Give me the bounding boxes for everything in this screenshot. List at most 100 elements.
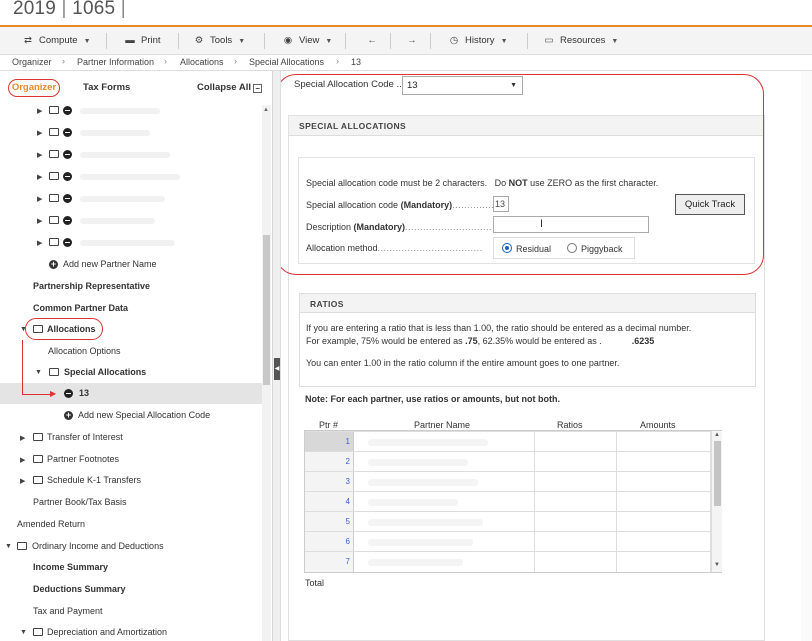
tab-tax-forms[interactable]: Tax Forms bbox=[83, 82, 130, 93]
folder-icon bbox=[33, 628, 43, 636]
tree-item-schedule-k1[interactable]: ▶ Schedule K-1 Transfers bbox=[0, 474, 262, 490]
partner-name-cell[interactable] bbox=[354, 492, 535, 512]
ratio-cell[interactable] bbox=[535, 512, 617, 532]
collapse-all-button[interactable]: Collapse All − bbox=[197, 82, 263, 93]
tree-item-amended-return[interactable]: Amended Return bbox=[0, 518, 262, 534]
ratio-cell[interactable] bbox=[535, 532, 617, 552]
partner-name-cell[interactable] bbox=[354, 432, 535, 452]
ratio-cell[interactable] bbox=[535, 492, 617, 512]
tree-item-special-allocations[interactable]: ▼ Special Allocations bbox=[0, 366, 262, 382]
tree-item-partner-footnotes[interactable]: ▶ Partner Footnotes bbox=[0, 453, 262, 469]
chevron-right-icon: ▶ bbox=[37, 152, 43, 159]
add-special-allocation-button[interactable]: + Add new Special Allocation Code bbox=[0, 409, 262, 425]
briefcase-icon: ▭ bbox=[544, 35, 554, 46]
tree-item-partner[interactable]: ▶ bbox=[0, 236, 262, 252]
main-content: Special Allocation Code ... 13 ▼ SPECIAL… bbox=[281, 71, 812, 641]
panel-splitter[interactable]: ◀ bbox=[273, 71, 281, 641]
amount-cell[interactable] bbox=[617, 452, 711, 472]
breadcrumb-item[interactable]: Special Allocations bbox=[249, 57, 324, 67]
collapse-all-label: Collapse All bbox=[197, 82, 252, 93]
folder-icon bbox=[49, 172, 59, 180]
print-button[interactable]: ▬ Print bbox=[124, 35, 160, 46]
scroll-up-icon[interactable]: ▲ bbox=[263, 107, 269, 113]
compute-button[interactable]: ⇄ Compute ▼ bbox=[22, 35, 90, 46]
ratio-cell[interactable] bbox=[535, 552, 617, 572]
ratio-cell[interactable] bbox=[535, 432, 617, 452]
tree-item-label: Deductions Summary bbox=[33, 584, 126, 594]
tree-item-partnership-rep[interactable]: Partnership Representative bbox=[0, 280, 262, 296]
table-row[interactable]: 2 bbox=[305, 451, 711, 472]
redacted-text bbox=[80, 152, 170, 158]
table-scrollbar[interactable]: ▲ ▼ bbox=[711, 431, 722, 572]
collapse-panel-icon[interactable]: ◀ bbox=[274, 358, 280, 380]
tree-item-partner[interactable]: ▶ bbox=[0, 170, 262, 186]
scroll-down-icon[interactable]: ▼ bbox=[714, 562, 720, 568]
title-bar: 2019 | 1065 | bbox=[0, 0, 812, 25]
tree-item-income-summary[interactable]: Income Summary bbox=[0, 561, 262, 577]
amount-cell[interactable] bbox=[617, 492, 711, 512]
tree-item-partner[interactable]: ▶ bbox=[0, 104, 262, 120]
scroll-up-icon[interactable]: ▲ bbox=[714, 432, 720, 438]
table-row[interactable]: 3 bbox=[305, 471, 711, 492]
table-row[interactable]: 4 bbox=[305, 491, 711, 512]
table-row[interactable]: 6 bbox=[305, 531, 711, 552]
add-partner-button[interactable]: + Add new Partner Name bbox=[0, 258, 262, 274]
tree-item-tax-payment[interactable]: Tax and Payment bbox=[0, 605, 262, 621]
tree-item-label: Tax and Payment bbox=[33, 606, 103, 616]
tree-item-label: Partnership Representative bbox=[33, 281, 151, 291]
partner-name-cell[interactable] bbox=[354, 472, 535, 492]
tree-item-label: Special Allocations bbox=[64, 367, 147, 377]
ratios-instruction-2: For example, 75% would be entered as .75… bbox=[306, 336, 655, 346]
tree-item-depreciation[interactable]: ▼ Depreciation and Amortization bbox=[0, 626, 262, 641]
amount-cell[interactable] bbox=[617, 532, 711, 552]
tree-item-allocation-options[interactable]: Allocation Options bbox=[0, 345, 262, 361]
tree-item-partner[interactable]: ▶ bbox=[0, 214, 262, 230]
tree-item-ordinary-income[interactable]: ▼ Ordinary Income and Deductions bbox=[0, 540, 262, 556]
redacted-text bbox=[368, 499, 458, 506]
tools-button[interactable]: ⚙ Tools ▼ bbox=[193, 35, 245, 46]
tree-item-deductions-summary[interactable]: Deductions Summary bbox=[0, 583, 262, 599]
left-scrollbar[interactable]: ▲ bbox=[262, 105, 271, 641]
breadcrumb-item[interactable]: Allocations bbox=[180, 57, 224, 67]
forward-button[interactable]: → bbox=[406, 35, 423, 46]
resources-button[interactable]: ▭ Resources ▼ bbox=[543, 35, 619, 46]
amount-cell[interactable] bbox=[617, 432, 711, 452]
breadcrumb-item[interactable]: Organizer bbox=[12, 57, 52, 67]
partner-name-cell[interactable] bbox=[354, 452, 535, 472]
tree-item-common-partner[interactable]: Common Partner Data bbox=[0, 302, 262, 318]
history-button[interactable]: ◷ History ▼ bbox=[448, 35, 508, 46]
breadcrumb-item[interactable]: Partner Information bbox=[77, 57, 154, 67]
scrollbar-thumb[interactable] bbox=[263, 235, 270, 385]
tree-item-transfer-interest[interactable]: ▶ Transfer of Interest bbox=[0, 431, 262, 447]
tree-item-code-13[interactable]: 13 bbox=[0, 387, 262, 403]
tab-organizer[interactable]: Organizer bbox=[8, 79, 60, 97]
back-button[interactable]: ← bbox=[366, 35, 383, 46]
tree-item-partner-book[interactable]: Partner Book/Tax Basis bbox=[0, 496, 262, 512]
ratios-instruction-3: You can enter 1.00 in the ratio column i… bbox=[306, 358, 620, 368]
table-row[interactable]: 1 bbox=[305, 431, 711, 452]
amount-cell[interactable] bbox=[617, 552, 711, 572]
partner-name-cell[interactable] bbox=[354, 552, 535, 572]
scrollbar-thumb[interactable] bbox=[714, 441, 721, 506]
partner-name-cell[interactable] bbox=[354, 512, 535, 532]
ratio-cell[interactable] bbox=[535, 472, 617, 492]
folder-icon bbox=[49, 106, 59, 114]
tree-item-partner[interactable]: ▶ bbox=[0, 148, 262, 164]
table-row[interactable]: 5 bbox=[305, 511, 711, 532]
row-number: 5 bbox=[305, 512, 354, 532]
toolbar-divider bbox=[178, 33, 179, 49]
main-scrollbar[interactable] bbox=[801, 71, 812, 641]
amount-cell[interactable] bbox=[617, 512, 711, 532]
tree-item-partner[interactable]: ▶ bbox=[0, 126, 262, 142]
ratio-cell[interactable] bbox=[535, 452, 617, 472]
partner-name-cell[interactable] bbox=[354, 532, 535, 552]
chevron-down-icon: ▼ bbox=[238, 38, 246, 45]
tree-item-partner[interactable]: ▶ bbox=[0, 192, 262, 208]
toolbar-divider bbox=[390, 33, 391, 49]
view-button[interactable]: ◉ View ▼ bbox=[282, 35, 333, 46]
amount-cell[interactable] bbox=[617, 472, 711, 492]
redacted-text bbox=[80, 240, 175, 246]
table-row[interactable]: 7 bbox=[305, 551, 711, 573]
arrow-left-icon: ← bbox=[367, 35, 377, 46]
breadcrumb: Organizer › Partner Information › Alloca… bbox=[0, 55, 812, 71]
